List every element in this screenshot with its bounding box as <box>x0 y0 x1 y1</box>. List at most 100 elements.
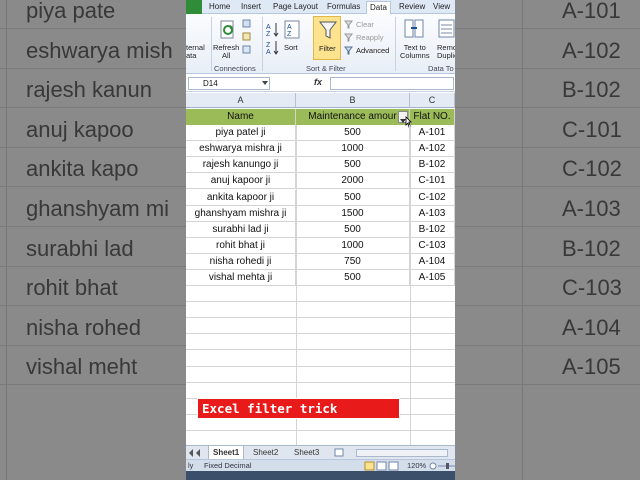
table-cell[interactable]: piya patel ji <box>186 125 296 142</box>
sheet-tab-3[interactable]: Sheet3 <box>290 446 323 460</box>
horizontal-scrollbar[interactable] <box>356 449 448 457</box>
text-to-columns-button[interactable]: Text to Columns <box>400 44 430 60</box>
background-flat: C-102 <box>562 156 622 182</box>
table-cell[interactable]: C-103 <box>410 237 455 254</box>
header-cell[interactable]: Maintenance amour <box>296 109 410 125</box>
sheet-tab-2[interactable]: Sheet2 <box>249 446 282 460</box>
table-cell[interactable]: 1000 <box>296 237 410 254</box>
worksheet-grid[interactable]: Name Maintenance amour Flat NO. piya patel … <box>186 109 455 447</box>
file-tab[interactable] <box>186 0 202 14</box>
table-cell[interactable]: B-102 <box>410 221 455 238</box>
table-row: vishal mehta ji 500 A-105 <box>186 270 455 286</box>
background-flat: A-103 <box>562 196 621 221</box>
sort-az-icons[interactable]: A Z Z A <box>266 20 280 56</box>
caption-text: Excel filter trick <box>202 401 338 416</box>
table-row: ghanshyam mishra ji 1500 A-103 <box>186 205 455 222</box>
chevron-down-icon[interactable] <box>262 81 268 86</box>
external-data-button[interactable]: ternal ata <box>186 44 205 60</box>
filter-button[interactable]: Filter <box>313 16 341 60</box>
table-row: rohit bhat ji 1000 C-103 <box>186 237 455 254</box>
view-mode-icons[interactable] <box>364 461 400 471</box>
table-cell[interactable]: C-102 <box>410 189 455 206</box>
tab-view[interactable]: View <box>430 1 453 14</box>
table-row: nisha rohedi ji 750 A-104 <box>186 253 455 270</box>
refresh-icon <box>220 20 234 39</box>
remove-duplicates-label-2: Duplic <box>437 51 455 60</box>
empty-row[interactable] <box>186 367 455 383</box>
background-flat: A-101 <box>562 0 621 23</box>
column-header-c[interactable]: C <box>410 93 455 108</box>
table-cell[interactable]: B-102 <box>410 157 455 174</box>
column-header-a[interactable]: A <box>186 93 296 108</box>
table-cell[interactable]: 500 <box>296 189 410 206</box>
zoom-slider[interactable] <box>429 462 455 470</box>
insert-function-button[interactable]: fx <box>314 77 322 87</box>
empty-row[interactable] <box>186 286 455 303</box>
sort-icon: A Z <box>284 20 300 39</box>
tab-review[interactable]: Review <box>396 1 428 14</box>
connections-small-icons <box>242 19 251 54</box>
text-to-columns-label-2: Columns <box>400 51 430 60</box>
table-cell[interactable]: ghanshyam mishra ji <box>186 205 296 222</box>
table-cell[interactable]: A-105 <box>410 270 455 286</box>
empty-row[interactable] <box>186 351 455 367</box>
tab-page-layout[interactable]: Page Layout <box>270 1 321 14</box>
sort-button[interactable]: Sort <box>284 44 298 52</box>
table-cell[interactable]: rohit bhat ji <box>186 237 296 254</box>
sheet-nav-arrows-icon[interactable] <box>188 449 206 457</box>
table-cell[interactable]: eshwarya mishra ji <box>186 141 296 158</box>
background-flat: B-102 <box>562 77 621 103</box>
table-cell[interactable]: rajesh kanungo ji <box>186 157 296 174</box>
column-headers: ABC <box>186 93 455 108</box>
empty-row[interactable] <box>186 318 455 335</box>
external-data-label-2: ata <box>186 51 197 60</box>
table-cell[interactable]: surabhi lad ji <box>186 221 296 238</box>
tab-insert[interactable]: Insert <box>238 1 264 14</box>
background-name: nisha rohed <box>26 314 141 340</box>
table-cell[interactable]: 500 <box>296 221 410 238</box>
svg-text:A: A <box>266 24 271 31</box>
remove-duplicates-button[interactable]: Remo Duplic <box>437 44 455 60</box>
text-to-columns-icon <box>404 19 424 38</box>
empty-row[interactable] <box>186 302 455 319</box>
table-cell[interactable]: ankita kapoor ji <box>186 189 296 206</box>
caption-banner: Excel filter trick <box>197 398 400 419</box>
table-cell[interactable]: A-103 <box>410 205 455 222</box>
header-cell[interactable]: Flat NO. <box>410 109 455 125</box>
clear-icon <box>344 20 353 29</box>
empty-row[interactable] <box>186 334 455 351</box>
insert-sheet-icon[interactable] <box>334 448 344 457</box>
table-cell[interactable]: vishal mehta ji <box>186 270 296 286</box>
table-cell[interactable]: C-101 <box>410 173 455 190</box>
clear-button[interactable]: Clear <box>356 21 374 29</box>
table-cell[interactable]: 500 <box>296 270 410 286</box>
table-cell[interactable]: 750 <box>296 253 410 270</box>
table-cell[interactable]: nisha rohedi ji <box>186 253 296 270</box>
advanced-button[interactable]: Advanced <box>356 47 389 55</box>
background-name: piya pate <box>26 0 116 23</box>
name-box[interactable]: D14 <box>188 77 270 90</box>
column-header-b[interactable]: B <box>296 93 410 108</box>
tab-home[interactable]: Home <box>206 1 233 14</box>
header-cell[interactable]: Name <box>186 109 296 125</box>
tab-data[interactable]: Data <box>366 1 391 14</box>
taskbar <box>186 471 455 480</box>
table-cell[interactable]: 500 <box>296 157 410 174</box>
tab-formulas[interactable]: Formulas <box>324 1 363 14</box>
zoom-level[interactable]: 120% <box>407 461 426 470</box>
table-cell[interactable]: anuj kapoor ji <box>186 173 296 190</box>
table-cell[interactable]: A-102 <box>410 141 455 158</box>
sheet-tab-1[interactable]: Sheet1 <box>208 446 245 460</box>
refresh-all-button[interactable]: Refresh All <box>213 44 239 60</box>
reapply-button[interactable]: Reapply <box>356 34 384 42</box>
table-cell[interactable]: 500 <box>296 125 410 142</box>
table-cell[interactable]: 1000 <box>296 141 410 158</box>
table-cell[interactable]: 1500 <box>296 205 410 222</box>
background-name: surabhi lad <box>26 235 134 261</box>
background-flat: A-102 <box>562 37 621 63</box>
empty-row[interactable] <box>186 383 455 399</box>
table-cell[interactable]: A-101 <box>410 125 455 142</box>
formula-input[interactable] <box>330 77 454 90</box>
table-cell[interactable]: A-104 <box>410 253 455 270</box>
table-cell[interactable]: 2000 <box>296 173 410 190</box>
